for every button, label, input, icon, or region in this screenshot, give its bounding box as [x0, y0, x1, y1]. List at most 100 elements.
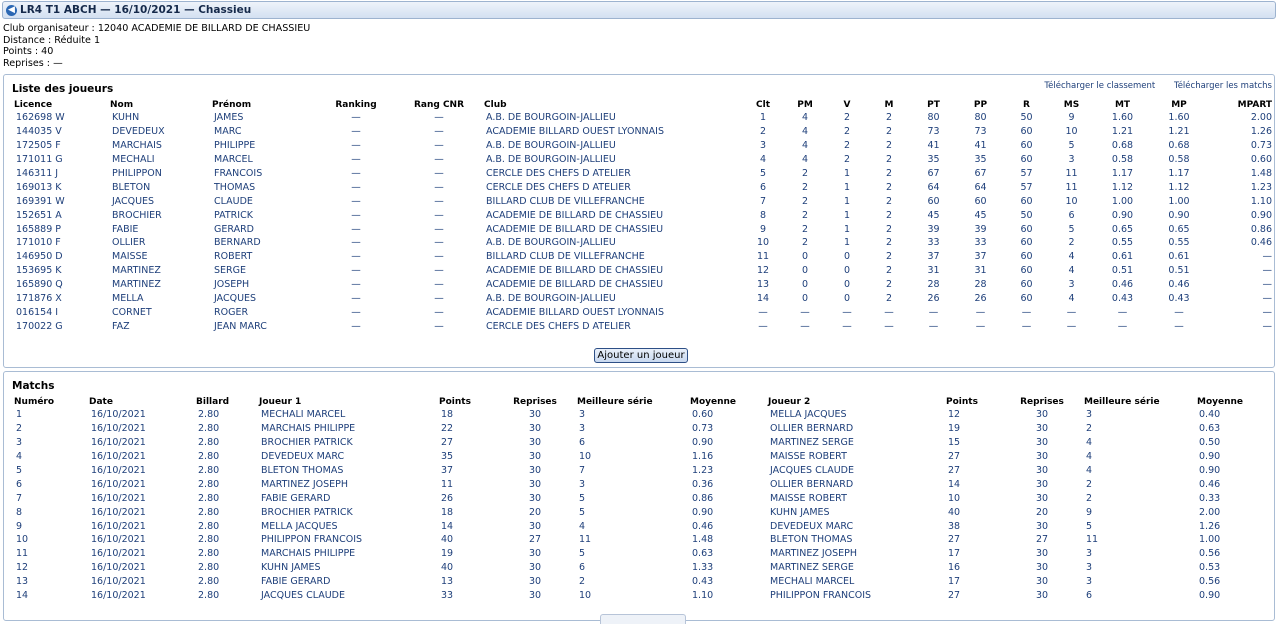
matches-cell: 4: [1086, 451, 1093, 463]
matches-cell: 7: [579, 465, 586, 476]
back-arrow-icon[interactable]: ◀: [6, 4, 17, 16]
players-header-5[interactable]: Club: [480, 99, 742, 111]
matches-header-9[interactable]: Points: [942, 396, 1004, 408]
players-cell: ACADEMIE BILLARD OUEST LYONNAIS: [486, 126, 664, 138]
matches-header-0[interactable]: Numéro: [10, 396, 85, 408]
match-row[interactable]: 7 16/10/2021 2.80 FABIE GERARD 26 30 5 0.86 MAIS…: [10, 491, 1272, 505]
matches-cell: 2.80: [198, 534, 220, 546]
players-header-7[interactable]: PM: [784, 99, 826, 111]
matches-cell: 26: [441, 492, 454, 504]
match-row[interactable]: 8 16/10/2021 2.80 BROCHIER PATRICK 18 20 5 0.90…: [10, 505, 1272, 519]
matches-cell: 2.00: [1199, 506, 1221, 518]
matches-header-11[interactable]: Meilleure série: [1080, 396, 1193, 408]
matches-header-1[interactable]: Date: [85, 396, 192, 408]
match-row[interactable]: 3 16/10/2021 2.80 BROCHIER PATRICK 27 30 6 0.90…: [10, 436, 1272, 450]
matches-header-4[interactable]: Points: [435, 396, 497, 408]
matches-header-3[interactable]: Joueur 1: [255, 396, 435, 408]
player-row[interactable]: 171011 G MECHALI MARCEL — — A.B. DE BOURGOIN-…: [10, 153, 1272, 167]
matches-cell: 40: [948, 506, 961, 518]
player-row[interactable]: 171876 X MELLA JACQUES — — A.B. DE BOURGOIN-J…: [10, 292, 1272, 306]
players-cell: 2: [885, 154, 893, 166]
matches-header-7[interactable]: Moyenne: [686, 396, 764, 408]
player-row[interactable]: 169013 K BLETON THOMAS — — CERCLE DES CHEFS D…: [10, 180, 1272, 194]
player-row[interactable]: 144035 V DEVEDEUX MARC — — ACADEMIE BILLARD O…: [10, 125, 1272, 139]
players-header-2[interactable]: Prénom: [208, 99, 314, 111]
player-row[interactable]: 169391 W JACQUES CLAUDE — — BILLARD CLUB DE V…: [10, 194, 1272, 208]
match-row[interactable]: 11 16/10/2021 2.80 MARCHAIS PHILIPPE 19 30 5 0.…: [10, 547, 1272, 561]
players-header-3[interactable]: Ranking: [314, 99, 398, 111]
player-row[interactable]: 162698 W KUHN JAMES — — A.B. DE BOURGOIN-JALL…: [10, 111, 1272, 125]
matches-cell: 1.10: [692, 590, 714, 602]
match-row[interactable]: 2 16/10/2021 2.80 MARCHAIS PHILIPPE 22 30 3 0.7…: [10, 422, 1272, 436]
players-header-12[interactable]: R: [1004, 99, 1049, 111]
player-row[interactable]: 153695 K MARTINEZ SERGE — — ACADEMIE DE BILLA…: [10, 264, 1272, 278]
players-cell: 4: [801, 126, 809, 138]
players-cell: 4: [801, 154, 809, 166]
matches-header-12[interactable]: Moyenne: [1193, 396, 1272, 408]
players-header-8[interactable]: V: [826, 99, 868, 111]
match-row[interactable]: 5 16/10/2021 2.80 BLETON THOMAS 37 30 7 1.23 JAC…: [10, 464, 1272, 478]
player-row[interactable]: 146311 J PHILIPPON FRANCOIS — — CERCLE DES CH…: [10, 167, 1272, 181]
players-header-13[interactable]: MS: [1049, 99, 1094, 111]
matches-cell: 16/10/2021: [91, 492, 146, 504]
players-header-6[interactable]: Clt: [742, 99, 784, 111]
matches-cell: 17: [948, 548, 961, 560]
download-matches-link[interactable]: Télécharger les matchs: [1174, 81, 1272, 91]
player-row[interactable]: 165890 Q MARTINEZ JOSEPH — — ACADEMIE DE BILL…: [10, 278, 1272, 292]
matches-header-10[interactable]: Reprises: [1004, 396, 1080, 408]
players-cell: 60: [1020, 265, 1033, 277]
player-row[interactable]: 152651 A BROCHIER PATRICK — — ACADEMIE DE BIL…: [10, 208, 1272, 222]
players-cell: —: [434, 181, 444, 193]
matches-header-8[interactable]: Joueur 2: [764, 396, 942, 408]
player-row[interactable]: 170022 G FAZ JEAN MARC — — CERCLE DES CHEFS D…: [10, 319, 1272, 333]
players-header-10[interactable]: PT: [910, 99, 957, 111]
matches-cell: 27: [528, 534, 542, 546]
download-ranking-link[interactable]: Télécharger le classement: [1044, 81, 1155, 91]
matches-cell: 16/10/2021: [91, 506, 146, 518]
match-row[interactable]: 6 16/10/2021 2.80 MARTINEZ JOSEPH 11 30 3 0.36 O…: [10, 477, 1272, 491]
players-cell: —: [1066, 306, 1077, 318]
players-cell: 2: [801, 209, 809, 221]
players-cell: 60: [1020, 251, 1033, 263]
players-header-14[interactable]: MT: [1094, 99, 1151, 111]
players-header-4[interactable]: Rang CNR: [398, 99, 480, 111]
players-header-15[interactable]: MP: [1151, 99, 1207, 111]
players-header-16[interactable]: MPART: [1207, 99, 1272, 111]
match-row[interactable]: 13 16/10/2021 2.80 FABIE GERARD 13 30 2 0.43 MEC…: [10, 575, 1272, 589]
players-cell: 2: [885, 265, 893, 277]
matches-title: Matchs: [12, 380, 55, 392]
players-cell: 60: [1020, 237, 1033, 249]
players-header-0[interactable]: Licence: [10, 99, 106, 111]
players-cell: 45: [927, 209, 940, 221]
match-row[interactable]: 4 16/10/2021 2.80 DEVEDEUX MARC 35 30 10 1.16 MA…: [10, 450, 1272, 464]
players-header-1[interactable]: Nom: [106, 99, 208, 111]
match-row[interactable]: 10 16/10/2021 2.80 PHILIPPON FRANCOIS 40 27 11…: [10, 533, 1272, 547]
matches-cell: 0.90: [1199, 465, 1221, 476]
players-header-11[interactable]: PP: [957, 99, 1004, 111]
match-row[interactable]: 12 16/10/2021 2.80 KUHN JAMES 40 30 6 1.33 MARTI…: [10, 561, 1272, 575]
matches-header-6[interactable]: Meilleure série: [573, 396, 686, 408]
matches-header-2[interactable]: Billard: [192, 396, 255, 408]
players-cell: 2: [885, 209, 893, 221]
players-header-9[interactable]: M: [868, 99, 910, 111]
matches-cell: 27: [948, 590, 961, 602]
players-cell: 31: [974, 265, 987, 277]
player-row[interactable]: 146950 D MAISSE ROBERT — — BILLARD CLUB DE VI…: [10, 250, 1272, 264]
players-cell: 0.65: [1168, 223, 1190, 235]
players-cell: 50: [1020, 209, 1033, 221]
player-row[interactable]: 165889 P FABIE GERARD — — ACADEMIE DE BILLARD…: [10, 222, 1272, 236]
matches-header-5[interactable]: Reprises: [497, 396, 573, 408]
player-row[interactable]: 172505 F MARCHAIS PHILIPPE — — A.B. DE BOURGO…: [10, 139, 1272, 153]
matches-cell: 20: [528, 506, 542, 518]
matches-cell: 5: [579, 506, 586, 518]
match-row[interactable]: 14 16/10/2021 2.80 JACQUES CLAUDE 33 30 10 1.10…: [10, 589, 1272, 603]
players-cell: 2: [885, 195, 893, 207]
add-player-button[interactable]: Ajouter un joueur: [594, 348, 688, 363]
players-cell: FABIE: [112, 223, 139, 235]
players-cell: 165890 Q: [16, 279, 63, 291]
player-row[interactable]: 016154 I CORNET ROGER — — ACADEMIE BILLARD OU…: [10, 305, 1272, 319]
players-cell: 0: [801, 279, 809, 291]
player-row[interactable]: 171010 F OLLIER BERNARD — — A.B. DE BOURGOIN-…: [10, 236, 1272, 250]
match-row[interactable]: 1 16/10/2021 2.80 MECHALI MARCEL 18 30 3 0.60 ME…: [10, 408, 1272, 422]
match-row[interactable]: 9 16/10/2021 2.80 MELLA JACQUES 14 30 4 0.46 DEV…: [10, 519, 1272, 533]
